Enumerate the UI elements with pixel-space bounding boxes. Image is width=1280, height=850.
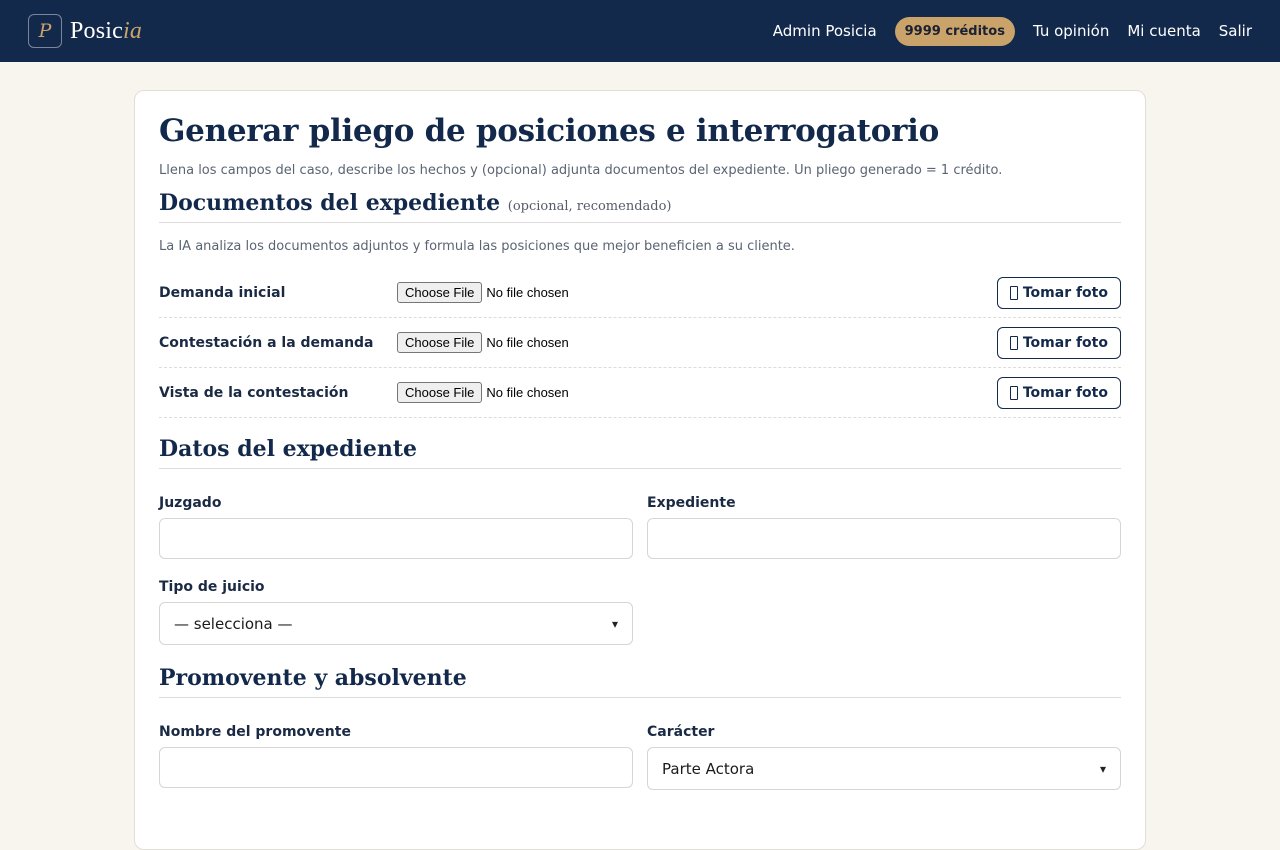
camera-icon <box>1009 385 1018 400</box>
datos-grid: Juzgado Expediente Tipo de juicio — sele… <box>159 469 1121 645</box>
top-navbar: P Posicia Admin Posicia 9999 créditos Tu… <box>0 0 1280 62</box>
documents-title-text: Documentos del expediente <box>159 190 501 216</box>
brand-name-accent: ia <box>123 17 143 44</box>
nav-admin-link[interactable]: Admin Posicia <box>773 22 877 40</box>
doc-row-contestacion: Contestación a la demanda Choose File No… <box>159 318 1121 368</box>
tipo-juicio-label: Tipo de juicio <box>159 579 265 595</box>
doc-label: Contestación a la demanda <box>159 334 374 351</box>
file-status: No file chosen <box>486 385 569 400</box>
section-datos-title: Datos del expediente <box>159 436 1121 469</box>
juzgado-label: Juzgado <box>159 495 222 511</box>
tipo-juicio-field: Tipo de juicio — selecciona — ▾ <box>159 579 633 645</box>
take-photo-button[interactable]: Tomar foto <box>996 376 1121 409</box>
file-status: No file chosen <box>486 335 569 350</box>
documents-title-note: (opcional, recomendado) <box>507 199 672 214</box>
logo-letter: P <box>38 20 52 42</box>
page-subtitle: Llena los campos del caso, describe los … <box>159 163 1003 178</box>
credits-badge[interactable]: 9999 créditos <box>894 16 1015 46</box>
brand-name-main: Posic <box>70 17 124 44</box>
take-photo-button[interactable]: Tomar foto <box>996 276 1121 309</box>
brand[interactable]: P Posicia <box>28 14 142 48</box>
page-title: Generar pliego de posiciones e interroga… <box>159 113 939 149</box>
chevron-down-icon: ▾ <box>1099 761 1106 776</box>
take-photo-button[interactable]: Tomar foto <box>996 326 1121 359</box>
juzgado-input[interactable] <box>159 518 633 559</box>
nav-logout-link[interactable]: Salir <box>1219 22 1252 40</box>
caracter-field: Carácter Parte Actora ▾ <box>647 724 1121 790</box>
file-status: No file chosen <box>486 285 569 300</box>
expediente-input[interactable] <box>647 518 1121 559</box>
promovente-grid: Nombre del promovente Carácter Parte Act… <box>159 698 1121 790</box>
nombre-promovente-label: Nombre del promovente <box>159 724 351 740</box>
expediente-field: Expediente <box>647 495 1121 559</box>
nombre-promovente-field: Nombre del promovente <box>159 724 633 790</box>
tipo-juicio-selected: — selecciona — <box>174 614 293 633</box>
juzgado-field: Juzgado <box>159 495 633 559</box>
expediente-label: Expediente <box>647 495 736 511</box>
section-documents-title: Documentos del expediente (opcional, rec… <box>159 190 1121 223</box>
caracter-label: Carácter <box>647 724 715 740</box>
doc-label: Vista de la contestación <box>159 384 349 401</box>
choose-file-button[interactable]: Choose File <box>397 382 483 403</box>
doc-label: Demanda inicial <box>159 284 286 301</box>
section-promovente-title: Promovente y absolvente <box>159 665 1121 698</box>
brand-name: Posicia <box>70 18 142 45</box>
chevron-down-icon: ▾ <box>611 616 618 631</box>
doc-row-demanda: Demanda inicial Choose File No file chos… <box>159 268 1121 318</box>
caracter-select[interactable]: Parte Actora ▾ <box>647 747 1121 790</box>
take-photo-label: Tomar foto <box>1022 284 1108 301</box>
form-card: Generar pliego de posiciones e interroga… <box>134 90 1146 850</box>
doc-row-vista: Vista de la contestación Choose File No … <box>159 368 1121 418</box>
camera-icon <box>1009 335 1018 350</box>
document-upload-list: Demanda inicial Choose File No file chos… <box>159 268 1121 418</box>
nav-account-link[interactable]: Mi cuenta <box>1127 22 1200 40</box>
camera-icon <box>1009 285 1018 300</box>
tipo-juicio-select[interactable]: — selecciona — ▾ <box>159 602 633 645</box>
choose-file-button[interactable]: Choose File <box>397 282 483 303</box>
caracter-selected: Parte Actora <box>662 759 755 778</box>
nombre-promovente-input[interactable] <box>159 747 633 788</box>
take-photo-label: Tomar foto <box>1022 384 1108 401</box>
main-nav: Admin Posicia 9999 créditos Tu opinión M… <box>773 16 1252 46</box>
nav-feedback-link[interactable]: Tu opinión <box>1033 22 1109 40</box>
logo-icon: P <box>28 14 62 48</box>
take-photo-label: Tomar foto <box>1022 334 1108 351</box>
documents-description: La IA analiza los documentos adjuntos y … <box>159 239 795 254</box>
choose-file-button[interactable]: Choose File <box>397 332 483 353</box>
